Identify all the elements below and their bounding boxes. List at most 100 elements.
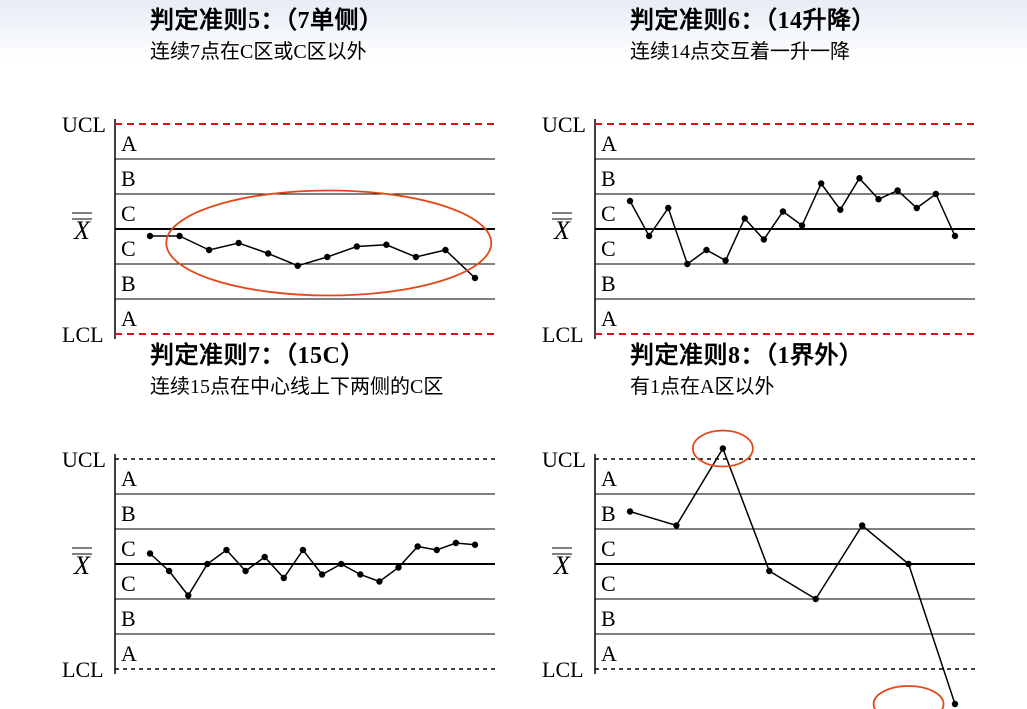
zone-letter: A xyxy=(601,466,617,491)
xbar-label: X xyxy=(73,551,91,580)
data-point xyxy=(176,233,182,239)
zone-letter: C xyxy=(121,236,136,261)
ucl-label: UCL xyxy=(62,447,106,472)
data-point xyxy=(859,522,865,528)
data-point xyxy=(813,596,819,602)
zone-letter: A xyxy=(121,131,137,156)
data-line xyxy=(150,543,475,596)
zone-letter: B xyxy=(601,271,616,296)
xbar-label: X xyxy=(553,551,571,580)
rule-subtitle: 连续7点在C区或C区以外 xyxy=(150,35,515,64)
data-point xyxy=(338,561,344,567)
data-point xyxy=(185,592,191,598)
control-chart: UCLLCLXABCCBA xyxy=(540,399,995,709)
data-point xyxy=(761,236,767,242)
xbar-label: X xyxy=(553,216,571,245)
data-point xyxy=(952,233,958,239)
rule-title: 判定准则6：（14升降） xyxy=(630,0,995,35)
zone-letter: A xyxy=(601,306,617,331)
panel-rule6: 判定准则6：（14升降）连续14点交互着一升一降UCLLCLXABCCBA xyxy=(540,0,995,374)
data-line xyxy=(630,178,955,264)
data-line xyxy=(630,449,955,705)
ucl-label: UCL xyxy=(62,112,106,137)
data-point xyxy=(646,233,652,239)
data-point xyxy=(147,550,153,556)
rule-title: 判定准则7：（15C） xyxy=(150,335,515,370)
data-point xyxy=(933,191,939,197)
zone-letter: B xyxy=(121,501,136,526)
data-point xyxy=(627,198,633,204)
rule-subtitle: 连续14点交互着一升一降 xyxy=(630,35,995,64)
data-point xyxy=(905,561,911,567)
data-point xyxy=(703,247,709,253)
zone-letter: A xyxy=(601,641,617,666)
data-point xyxy=(206,247,212,253)
rule-title: 判定准则5：（7单侧） xyxy=(150,0,515,35)
rule-subtitle: 连续15点在中心线上下两侧的C区 xyxy=(150,370,515,399)
data-line xyxy=(150,236,475,278)
highlight-ellipse xyxy=(874,686,944,709)
zone-letter: A xyxy=(121,466,137,491)
zone-letter: A xyxy=(121,306,137,331)
data-point xyxy=(742,215,748,221)
data-point xyxy=(223,547,229,553)
data-point xyxy=(281,575,287,581)
data-point xyxy=(395,564,401,570)
control-chart: UCLLCLXABCCBA xyxy=(60,399,515,709)
highlight-ellipse xyxy=(166,191,491,296)
data-point xyxy=(147,233,153,239)
panel-rule5: 判定准则5：（7单侧）连续7点在C区或C区以外UCLLCLXABCCBA xyxy=(60,0,515,374)
data-point xyxy=(413,254,419,260)
xbar-label: X xyxy=(73,216,91,245)
zone-letter: B xyxy=(121,606,136,631)
ucl-label: UCL xyxy=(542,447,586,472)
data-point xyxy=(235,240,241,246)
data-point xyxy=(799,222,805,228)
zone-letter: B xyxy=(601,501,616,526)
data-point xyxy=(673,522,679,528)
zone-letter: B xyxy=(121,271,136,296)
data-point xyxy=(914,205,920,211)
data-point xyxy=(766,568,772,574)
zone-letter: A xyxy=(121,641,137,666)
data-point xyxy=(453,540,459,546)
data-point xyxy=(204,561,210,567)
control-chart: UCLLCLXABCCBA xyxy=(60,64,515,374)
zone-letter: C xyxy=(121,536,136,561)
data-point xyxy=(472,275,478,281)
data-point xyxy=(383,242,389,248)
data-point xyxy=(376,578,382,584)
zone-letter: C xyxy=(121,571,136,596)
lcl-label: LCL xyxy=(62,657,104,682)
data-point xyxy=(434,547,440,553)
page: 判定准则5：（7单侧）连续7点在C区或C区以外UCLLCLXABCCBA 判定准… xyxy=(0,0,1027,685)
rule-subtitle: 有1点在A区以外 xyxy=(630,370,995,399)
ucl-label: UCL xyxy=(542,112,586,137)
data-point xyxy=(894,187,900,193)
control-chart: UCLLCLXABCCBA xyxy=(540,64,995,374)
zone-letter: B xyxy=(601,606,616,631)
panel-rule8: 判定准则8：（1界外）有1点在A区以外UCLLCLXABCCBA xyxy=(540,335,995,709)
data-point xyxy=(166,568,172,574)
data-point xyxy=(722,257,728,263)
zone-letter: C xyxy=(121,201,136,226)
data-point xyxy=(262,554,268,560)
data-point xyxy=(357,571,363,577)
data-point xyxy=(300,547,306,553)
data-point xyxy=(627,508,633,514)
panel-rule7: 判定准则7：（15C）连续15点在中心线上下两侧的C区UCLLCLXABCCBA xyxy=(60,335,515,709)
data-point xyxy=(242,568,248,574)
zone-letter: C xyxy=(601,571,616,596)
zone-letter: B xyxy=(601,166,616,191)
zone-letter: C xyxy=(601,236,616,261)
data-point xyxy=(472,542,478,548)
zone-letter: B xyxy=(121,166,136,191)
data-point xyxy=(319,571,325,577)
data-point xyxy=(414,543,420,549)
data-point xyxy=(720,445,726,451)
data-point xyxy=(665,205,671,211)
data-point xyxy=(684,261,690,267)
data-point xyxy=(295,263,301,269)
zone-letter: C xyxy=(601,201,616,226)
lcl-label: LCL xyxy=(542,657,584,682)
